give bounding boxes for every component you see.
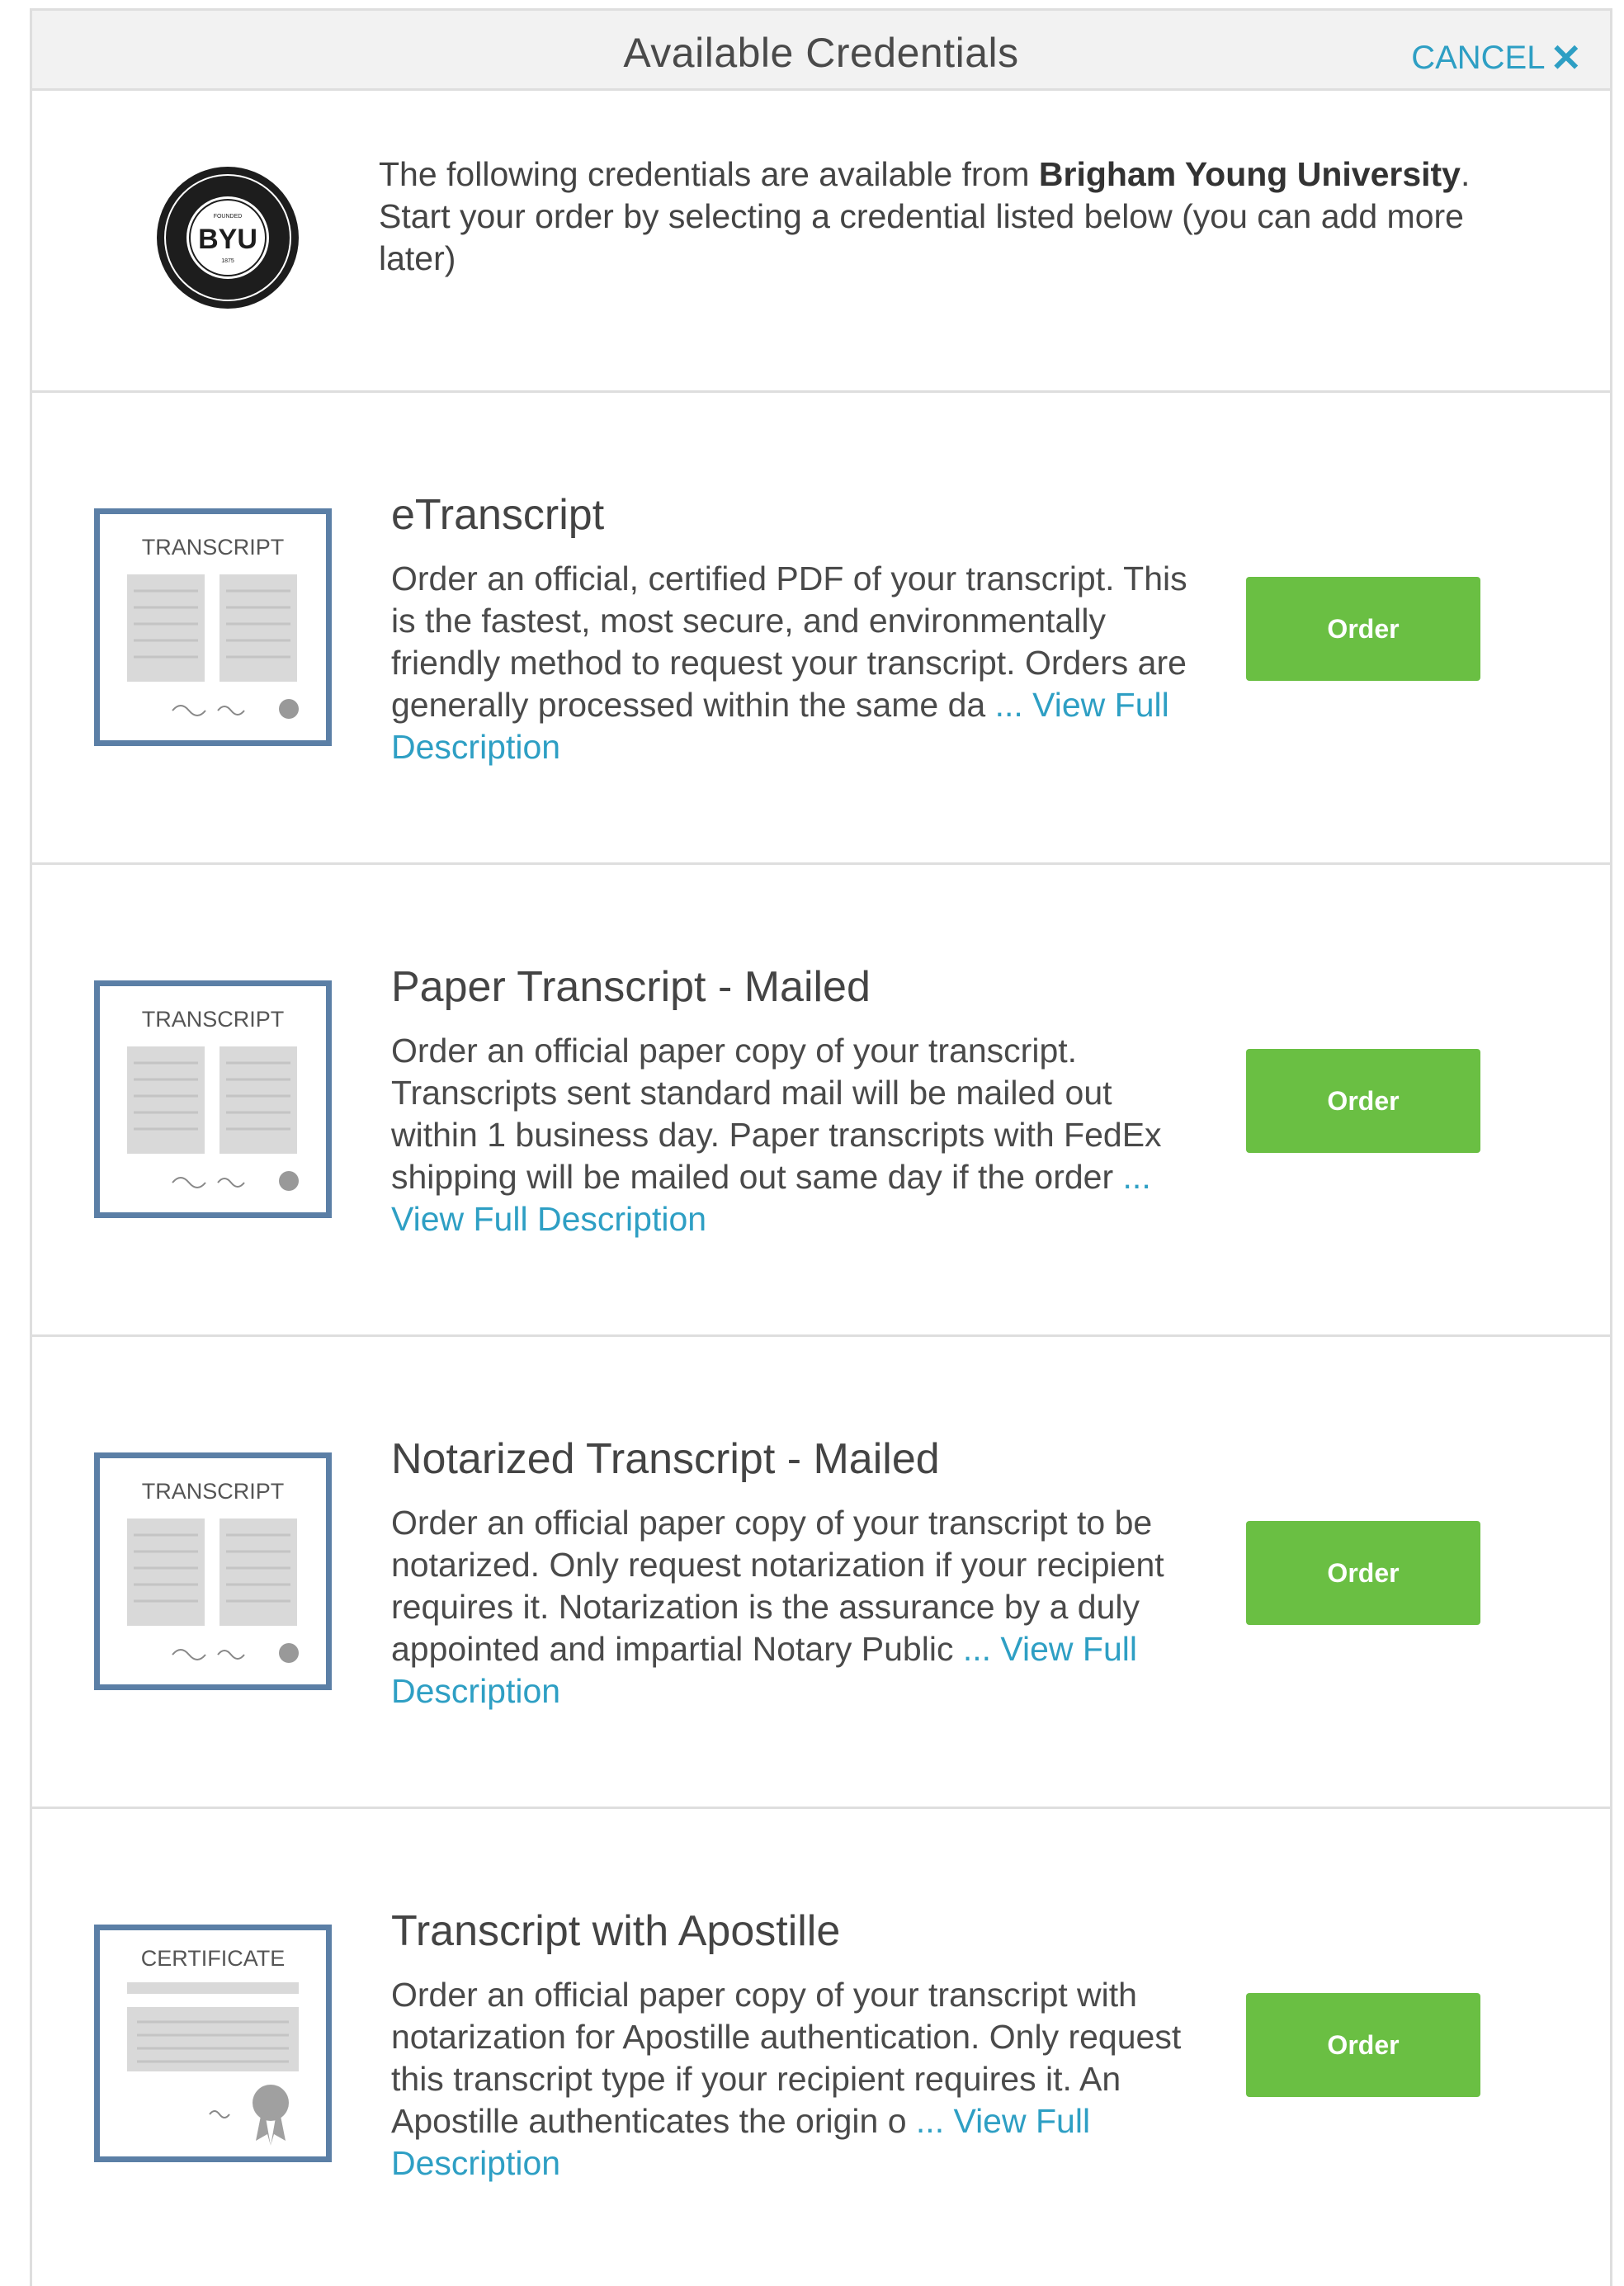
certificate-icon: CERTIFICATE [94,1925,332,2162]
credential-title: Paper Transcript - Mailed [391,963,871,1011]
credential-item-etranscript: TRANSCRIPT eTranscript Order an official… [30,393,1612,865]
transcript-icon: TRANSCRIPT [94,1452,332,1690]
svg-text:CERTIFICATE: CERTIFICATE [141,1946,286,1971]
order-button[interactable]: Order [1246,1521,1480,1625]
credential-title: Transcript with Apostille [391,1907,841,1955]
svg-text:FOUNDED: FOUNDED [214,214,243,220]
credential-item-apostille: CERTIFICATE Transcript with Apostille Or… [30,1809,1612,2281]
credential-description: Order an official paper copy of your tra… [391,1502,1200,1712]
svg-text:TRANSCRIPT: TRANSCRIPT [142,1007,285,1032]
transcript-icon: TRANSCRIPT [94,980,332,1218]
order-button[interactable]: Order [1246,1993,1480,2097]
intro-text-prefix: The following credentials are available … [379,155,1039,193]
svg-text:BYU: BYU [198,224,257,255]
intro-section: BYU FOUNDED 1875 The following credentia… [30,91,1612,393]
credential-description: Order an official paper copy of your tra… [391,1030,1200,1240]
credential-item-notarized-transcript: TRANSCRIPT Notarized Transcript - Mailed… [30,1337,1612,1809]
svg-text:1875: 1875 [221,258,234,264]
intro-text: The following credentials are available … [379,154,1534,280]
cancel-button[interactable]: CANCEL ✕ [1411,39,1582,77]
order-button[interactable]: Order [1246,577,1480,681]
panel-header: Available Credentials CANCEL ✕ [30,8,1612,91]
credential-description: Order an official, certified PDF of your… [391,558,1200,768]
credential-description-text: Order an official paper copy of your tra… [391,1032,1162,1196]
close-icon: ✕ [1550,36,1582,79]
svg-text:TRANSCRIPT: TRANSCRIPT [142,535,285,560]
byu-seal-logo: BYU FOUNDED 1875 [157,167,299,309]
page-title: Available Credentials [623,30,1019,76]
credential-item-paper-transcript: TRANSCRIPT Paper Transcript - Mailed Ord… [30,865,1612,1337]
transcript-icon: TRANSCRIPT [94,508,332,746]
credential-title: Notarized Transcript - Mailed [391,1435,940,1483]
order-button[interactable]: Order [1246,1049,1480,1153]
credential-title: eTranscript [391,491,605,539]
cancel-label: CANCEL [1411,39,1546,76]
svg-text:TRANSCRIPT: TRANSCRIPT [142,1479,285,1504]
credential-description: Order an official paper copy of your tra… [391,1974,1200,2184]
institution-name: Brigham Young University [1038,155,1461,193]
